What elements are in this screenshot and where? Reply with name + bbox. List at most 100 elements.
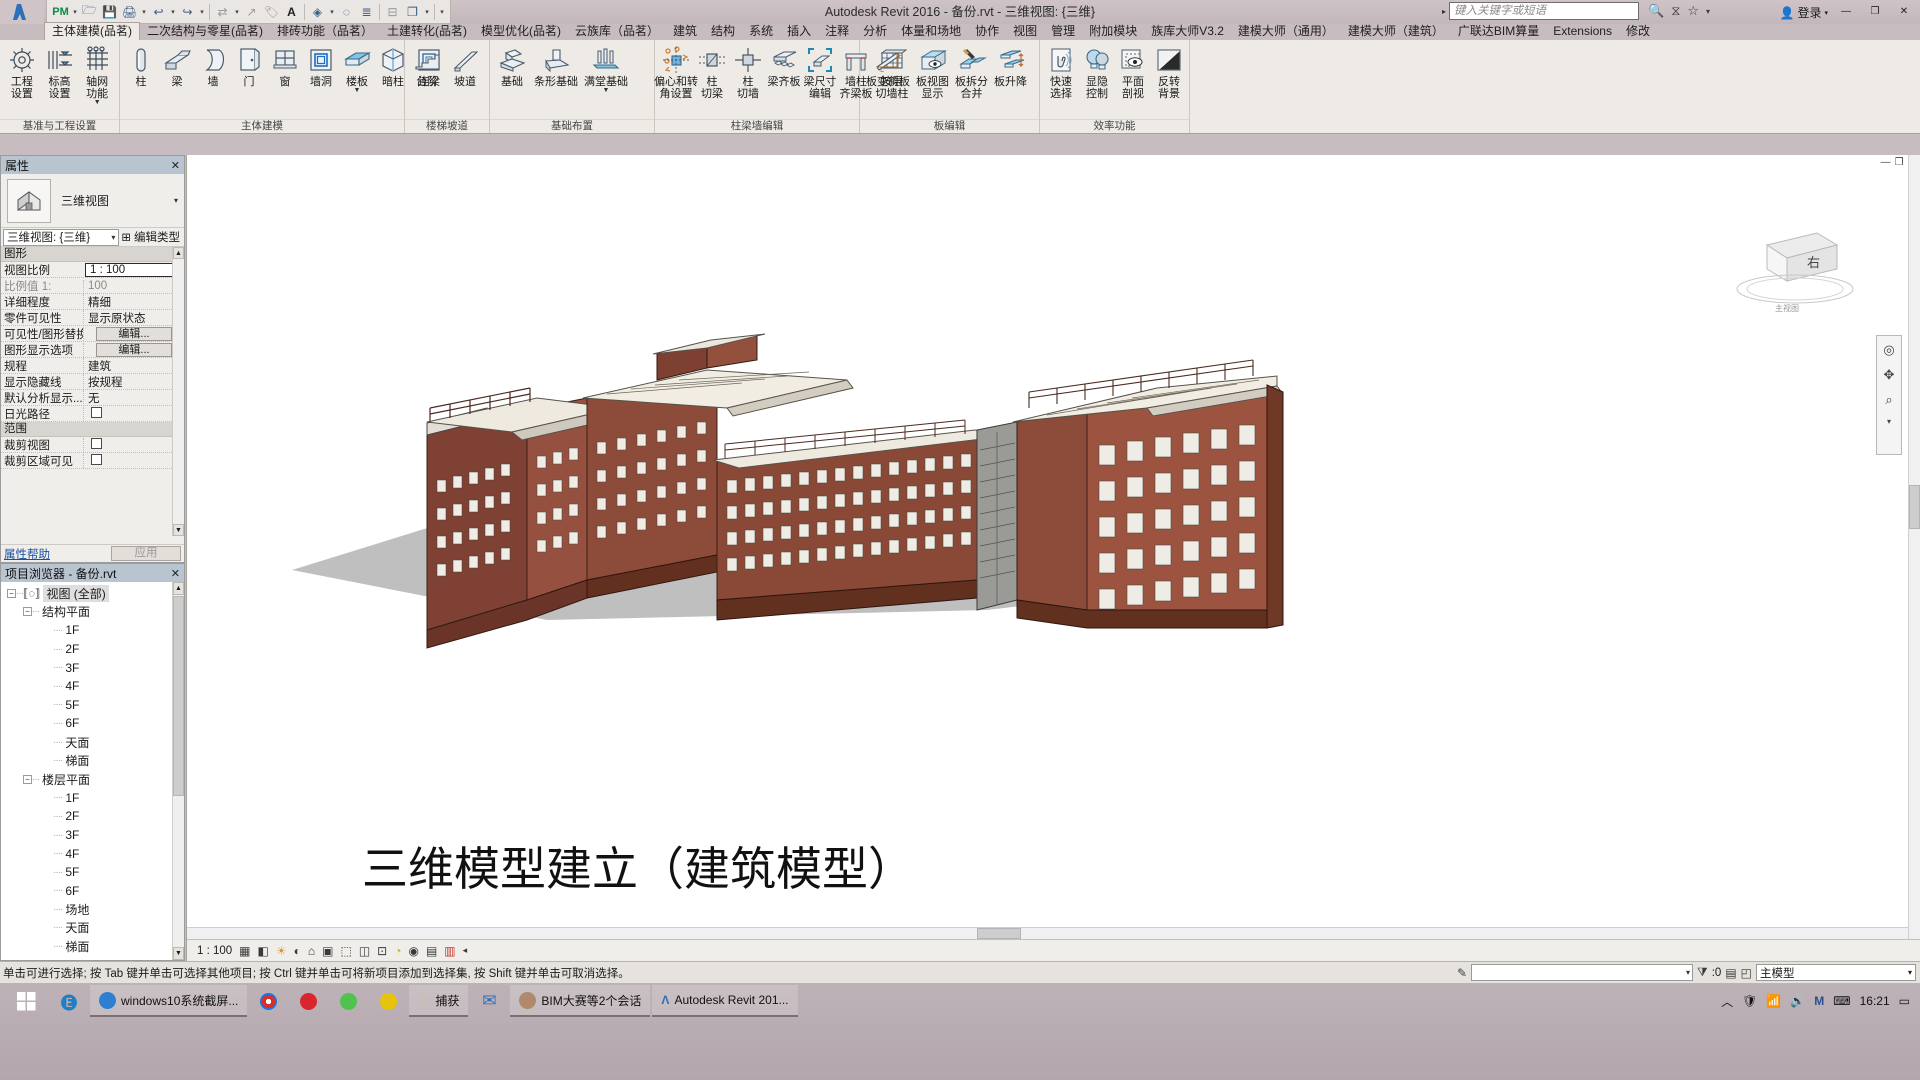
ribbon-button-beam-size-edit[interactable]: 梁尺寸 编辑	[802, 42, 838, 100]
chevron-down-icon[interactable]: ▾	[198, 8, 206, 16]
apply-button[interactable]: 应用	[111, 546, 181, 561]
start-button[interactable]	[4, 984, 48, 1018]
ribbon-button-steps[interactable]: 台阶	[408, 42, 446, 88]
ribbon-button-column-cut-beam[interactable]: 柱切梁	[694, 42, 730, 100]
property-row[interactable]: 比例值 1: 100	[1, 278, 184, 294]
ribbon-button-door[interactable]: 门	[231, 42, 267, 88]
building-model-3d[interactable]	[287, 280, 1387, 700]
chevron-down-icon[interactable]: ▾	[71, 8, 79, 16]
property-value[interactable]: 100	[83, 279, 184, 292]
canvas-horizontal-scrollbar[interactable]	[187, 927, 1908, 939]
chevron-down-icon[interactable]: ▼	[354, 87, 361, 94]
browser-view-item[interactable]: ···· 5F	[1, 863, 172, 882]
ribbon-button-quick-select[interactable]: 快速 选择	[1043, 42, 1079, 100]
property-row[interactable]: 详细程度 精细	[1, 293, 184, 310]
chevron-down-icon[interactable]: ▾	[140, 8, 148, 16]
worksets-combo[interactable]: ▾	[1471, 964, 1693, 981]
ribbon-button-raft-foundation[interactable]: 满堂基础 ▼	[581, 42, 631, 94]
properties-rows[interactable]: 图形 视图比例 1 : 100 比例值 1: 100 详细程度 精细 零件可见性 显示原状态 可见…	[1, 247, 184, 469]
notification-icon[interactable]: ▭	[1899, 994, 1910, 1008]
chevron-down-icon[interactable]: ▾	[1686, 968, 1690, 977]
browser-view-item[interactable]: ···· 6F	[1, 882, 172, 901]
scroll-down-icon[interactable]: ▼	[173, 947, 184, 960]
ribbon-button-ramp[interactable]: 坡道	[446, 42, 484, 88]
shadows-icon[interactable]: ◐	[294, 944, 301, 958]
ribbon-button-gear[interactable]: 工程 设置	[3, 42, 41, 100]
pm-addin-icon[interactable]: PM	[51, 2, 70, 22]
expand-icon[interactable]: −	[23, 607, 32, 617]
align-icon[interactable]: ↗	[242, 2, 261, 22]
ribbon-button-beam-align-slab[interactable]: 梁齐板	[766, 42, 802, 88]
network-icon[interactable]: 📶	[1766, 994, 1781, 1008]
navigation-bar[interactable]: ◎ ✥ ⌕ ▾	[1876, 335, 1902, 455]
reveal-hidden-icon[interactable]: ◉	[408, 944, 418, 958]
foxmail-icon[interactable]: ✉	[470, 984, 508, 1018]
browser-group-node[interactable]: − ··· 楼层平面	[1, 770, 172, 789]
section-icon[interactable]: ◌	[337, 2, 356, 22]
drawing-canvas[interactable]: — ❐ ✕	[186, 155, 1920, 961]
chevron-down-icon[interactable]: ▼	[94, 99, 101, 106]
browser-view-item[interactable]: ···· 2F	[1, 807, 172, 826]
chrome-icon[interactable]	[249, 984, 287, 1018]
ribbon-button-column[interactable]: 柱	[123, 42, 159, 88]
close-button[interactable]: ✕	[1890, 2, 1918, 20]
ribbon-button-slab-to-slope[interactable]: H L 板变斜板	[863, 42, 913, 88]
browser-root-node[interactable]: − ··· ⟦◌⟧ 视图 (全部)	[1, 584, 172, 603]
chevron-down-icon[interactable]: ▾	[423, 8, 431, 16]
minimize-button[interactable]: —	[1832, 2, 1860, 20]
ribbon-tab-14[interactable]: 视图	[1006, 23, 1044, 40]
chevron-up-icon[interactable]: ︿	[1721, 993, 1733, 1010]
ribbon-tab-7[interactable]: 结构	[704, 23, 742, 40]
ribbon-button-beam[interactable]: 梁	[159, 42, 195, 88]
close-icon[interactable]: ✕	[171, 159, 180, 172]
property-value[interactable]	[83, 453, 184, 468]
property-row[interactable]: 可见性/图形替换 编辑...	[1, 326, 184, 342]
property-row[interactable]: 默认分析显示... 无	[1, 389, 184, 406]
property-value[interactable]: 按规程	[83, 373, 184, 390]
chevron-down-icon[interactable]: ▾	[1706, 7, 1710, 16]
ribbon-tab-1[interactable]: 二次结构与零星(品茗)	[140, 23, 270, 40]
chevron-down-icon[interactable]: ▾	[1908, 968, 1912, 977]
scroll-up-icon[interactable]: ▲	[173, 247, 184, 259]
property-row[interactable]: 裁剪视图	[1, 437, 184, 453]
switch-window-icon[interactable]: ❐	[403, 2, 422, 22]
open-icon[interactable]: 🗁	[80, 2, 99, 22]
press-drag-icon[interactable]: ✎	[1457, 966, 1467, 980]
view-cube[interactable]: 右 主视图	[1725, 215, 1875, 325]
customize-icon[interactable]: ▾	[438, 8, 446, 16]
schedule-icon[interactable]: ≣	[357, 2, 376, 22]
chevron-down-icon[interactable]: ▾	[1824, 9, 1828, 17]
search-icon[interactable]: 🔍	[1648, 3, 1664, 19]
ribbon-tab-16[interactable]: 附加模块	[1082, 23, 1144, 40]
property-row[interactable]: 显示隐藏线 按规程	[1, 373, 184, 390]
ribbon-tab-4[interactable]: 模型优化(品茗)	[474, 23, 568, 40]
taskbar-item-0[interactable]: windows10系统截屏...	[90, 985, 248, 1017]
wechat-icon[interactable]	[329, 984, 367, 1018]
clock-label[interactable]: 16:21	[1860, 994, 1890, 1008]
property-value[interactable]	[83, 437, 184, 452]
ribbon-tab-11[interactable]: 分析	[856, 23, 894, 40]
ribbon-panel-area[interactable]: 工程 设置 标高 设置 轴网 功能 ▼ 基准与工程设置柱梁墙门窗墙洞 楼板 ▼ 暗柱 连梁 主体建模 台阶…	[0, 40, 1920, 134]
checkbox[interactable]	[91, 406, 102, 418]
type-selector-row[interactable]: 三维视图: {三维} ▾ ⊞ 编辑类型	[1, 228, 184, 247]
filter-icon[interactable]: ⧩	[1697, 965, 1708, 980]
detail-level-icon[interactable]: ▦	[239, 944, 250, 958]
lock-3d-icon[interactable]: ⊡	[377, 944, 387, 958]
ribbon-button-slab-split-merge[interactable]: 板拆分 合并	[952, 42, 991, 100]
chevron-down-icon[interactable]: ▾	[328, 8, 336, 16]
ribbon-tab-8[interactable]: 系统	[742, 23, 780, 40]
browser-view-item[interactable]: ···· 天面	[1, 733, 172, 752]
ribbon-tab-10[interactable]: 注释	[818, 23, 856, 40]
ribbon-tab-9[interactable]: 插入	[780, 23, 818, 40]
ribbon-button-invert-background[interactable]: 反转 背景	[1151, 42, 1187, 100]
restore-button[interactable]: ❐	[1861, 2, 1889, 20]
help-search-area[interactable]: ▸ 键入关键字或短语 🔍 ⧖ ☆ ▾	[1442, 2, 1710, 20]
ime-icon[interactable]: M	[1814, 994, 1824, 1008]
pan-icon[interactable]: ✥	[1884, 367, 1895, 383]
property-value[interactable]: 编辑...	[83, 342, 184, 357]
chevron-down-icon[interactable]: ▾	[174, 196, 178, 205]
chevron-down-icon[interactable]: ▾	[169, 8, 177, 16]
ribbon-tab-22[interactable]: 修改	[1619, 23, 1657, 40]
ribbon-button-wall[interactable]: 墙	[195, 42, 231, 88]
chevron-right-icon[interactable]: ▸	[1442, 7, 1446, 16]
